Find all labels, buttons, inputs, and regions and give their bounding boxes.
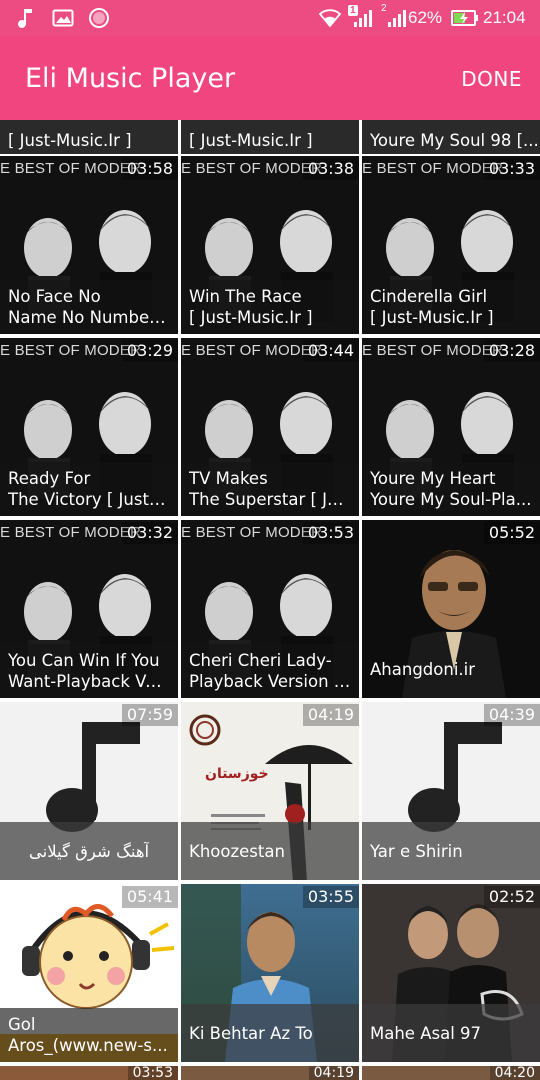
song-tile[interactable]: E BEST OF MODER 03:28 Youre My Heart You… [362,338,540,516]
app-bar: Eli Music Player DONE [0,36,540,120]
duration: 03:29 [121,340,178,362]
song-tile[interactable]: 02:52 Mahe Asal 97 [362,884,540,1062]
app-title: Eli Music Player [25,63,236,94]
duration: 03:53 [127,1066,178,1080]
song-title-line1: You Can Win If You [8,651,160,670]
cover-title: خوزستان [205,766,269,782]
song-title: [ Just-Music.Ir ] [189,131,313,150]
song-tile[interactable]: 07:59 آهنگ شرق گیلانی [0,702,178,880]
duration: 07:59 [121,704,178,726]
song-tile[interactable]: E BEST OF MODER 03:32 You Can Win If You… [0,520,178,698]
song-title-line2: Name No Number ... [8,308,170,327]
song-title-line1: Ki Behtar Az To [189,1023,313,1043]
duration: 04:39 [483,704,540,726]
sim-badge: 1 [348,5,358,16]
signal-icon-1: 1 [346,0,378,36]
duration: 03:33 [483,158,540,180]
song-tile[interactable]: E BEST OF MODER 03:33 Cinderella Girl [ … [362,156,540,334]
song-title-line2: [ Just-Music.Ir ] [189,308,313,327]
music-note-icon [16,0,36,36]
song-caption: Ready For The Victory [ Just-... [0,462,178,516]
duration: 03:55 [302,886,359,908]
song-title: Youre My Soul 98 [... [370,131,539,150]
song-title-line1: Cinderella Girl [370,287,488,306]
song-title-line1: Gol [8,1015,36,1034]
song-tile[interactable]: E BEST OF MODER 03:44 TV Makes The Super… [181,338,359,516]
song-caption: Cinderella Girl [ Just-Music.Ir ] [362,280,540,334]
song-title-line2: Youre My Soul-Pla... [370,490,532,509]
done-button[interactable]: DONE [461,36,522,120]
song-title-line2: Want-Playback Ver... [8,672,170,691]
song-title: [ Just-Music.Ir ] [8,131,132,150]
song-title-line1: Khoozestan [189,841,285,861]
song-tile[interactable]: خوزستان 04:19 Khoozestan [181,702,359,880]
song-title-line1: Ahangdoni.ir [370,659,476,679]
song-title-line1: TV Makes [189,469,268,488]
song-title-line1: Win The Race [189,287,302,306]
song-title-line2: Playback Version [... [189,672,351,691]
duration: 03:32 [121,522,178,544]
song-title-line2: [ Just-Music.Ir ] [370,308,494,327]
song-title-line1: Mahe Asal 97 [370,1023,482,1043]
song-title-line1: Ready For [8,469,91,488]
song-caption: Youre My Heart Youre My Soul-Pla... [362,462,540,516]
song-tile[interactable]: 05:41 Gol Aros_(www.new-s... [0,884,178,1062]
song-title-line2: The Victory [ Just-... [8,490,170,509]
battery-percent: 62% [408,8,443,27]
song-tile[interactable]: 05:52 Ahangdoni.ir [362,520,540,698]
song-title-line1: آهنگ شرق گیلانی [28,841,150,861]
duration: 03:28 [483,340,540,362]
song-caption: Ahangdoni.ir [362,640,540,698]
song-tile[interactable]: E BEST OF MODER 03:53 Cheri Cheri Lady- … [181,520,359,698]
song-tile-partial[interactable]: 04:20 [362,1066,540,1080]
song-caption: You Can Win If You Want-Playback Ver... [0,644,178,698]
song-caption: Khoozestan [181,822,359,880]
song-grid: [ Just-Music.Ir ] [ Just-Music.Ir ] Your… [0,120,540,1080]
song-title-line1: No Face No [8,287,101,306]
status-bar: 1 2 62% 21:04 [0,0,540,36]
song-caption: No Face No Name No Number ... [0,280,178,334]
song-caption: Gol Aros_(www.new-s... [0,1008,178,1062]
song-caption: Win The Race [ Just-Music.Ir ] [181,280,359,334]
song-title-line2: The Superstar [ Ju... [189,490,351,509]
duration: 03:58 [121,158,178,180]
duration: 03:53 [302,522,359,544]
song-tile[interactable]: E BEST OF MODER 03:38 Win The Race [ Jus… [181,156,359,334]
song-tile[interactable]: E BEST OF MODER 03:58 No Face No Name No… [0,156,178,334]
sim2-label: 2 [381,3,387,14]
song-tile-partial[interactable]: Youre My Soul 98 [... [362,120,540,154]
song-title-line1: Cheri Cheri Lady- [189,651,332,670]
song-tile[interactable]: E BEST OF MODER 03:29 Ready For The Vict… [0,338,178,516]
song-tile[interactable]: 04:39 Yar e Shirin [362,702,540,880]
song-tile[interactable]: 03:55 Ki Behtar Az To [181,884,359,1062]
song-tile-partial[interactable]: 04:19 [181,1066,359,1080]
song-title-line1: Yar e Shirin [370,841,463,861]
song-title-line2: Aros_(www.new-s... [8,1036,168,1055]
song-tile-partial[interactable]: [ Just-Music.Ir ] [0,120,178,154]
duration: 03:38 [302,158,359,180]
song-caption: Cheri Cheri Lady- Playback Version [... [181,644,359,698]
duration: 05:52 [483,522,540,544]
song-tile-partial[interactable]: 03:53 [0,1066,178,1080]
duration: 04:20 [489,1066,540,1080]
song-caption: Yar e Shirin [362,822,540,880]
battery-charging-icon [451,0,479,36]
wifi-icon [318,0,342,36]
song-title-line1: Youre My Heart [370,469,496,488]
clock: 21:04 [483,8,526,27]
duration: 04:19 [302,704,359,726]
song-caption: Ki Behtar Az To [181,1004,359,1062]
duration: 02:52 [483,886,540,908]
record-icon [88,0,110,36]
song-tile-partial[interactable]: [ Just-Music.Ir ] [181,120,359,154]
duration: 04:19 [308,1066,359,1080]
song-caption: TV Makes The Superstar [ Ju... [181,462,359,516]
image-icon [52,0,74,36]
duration: 03:44 [302,340,359,362]
song-caption: Mahe Asal 97 [362,1004,540,1062]
song-caption: آهنگ شرق گیلانی [0,822,178,880]
duration: 05:41 [121,886,178,908]
